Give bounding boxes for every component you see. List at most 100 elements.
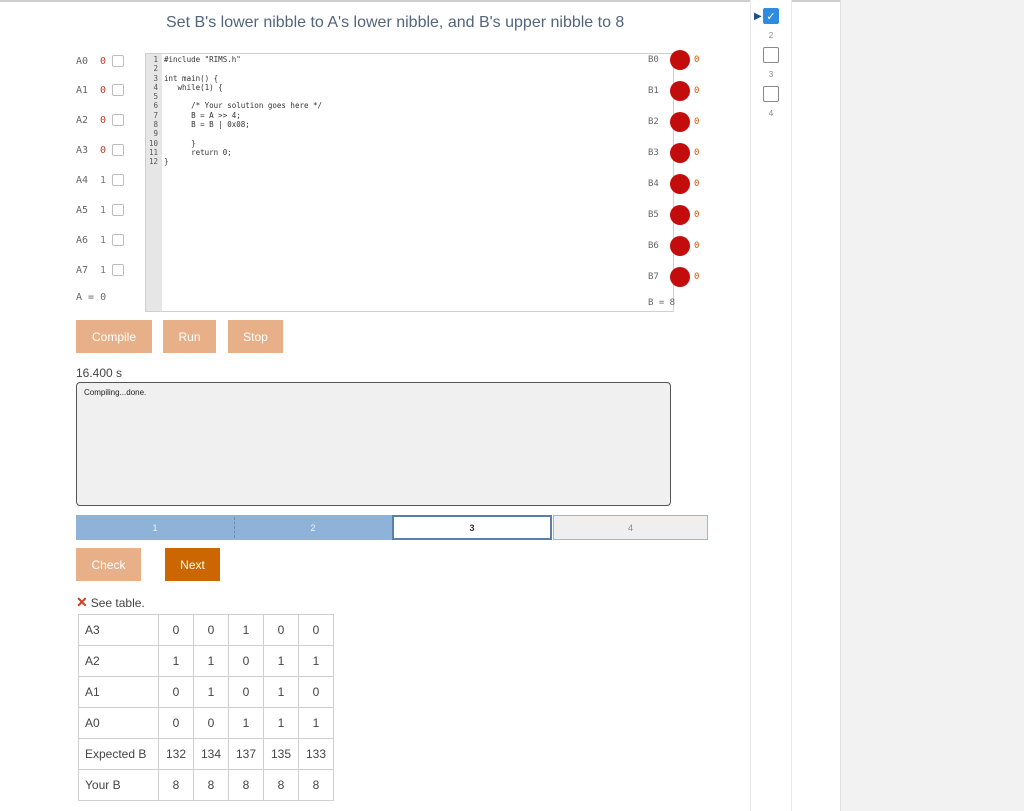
output-row-b6: B6 0 bbox=[648, 236, 699, 256]
output-value: 0 bbox=[694, 117, 700, 127]
table-cell: 1 bbox=[263, 707, 299, 739]
code-line: /* Your solution goes here */ bbox=[164, 101, 323, 111]
table-cell: 0 bbox=[298, 614, 334, 646]
input-checkbox-a0[interactable] bbox=[112, 55, 124, 67]
led-icon bbox=[670, 50, 690, 70]
output-value: 0 bbox=[694, 86, 700, 96]
input-row-a4: A4 1 bbox=[76, 173, 124, 187]
step-number: 4 bbox=[768, 109, 774, 118]
input-value: 1 bbox=[100, 234, 107, 246]
line-number: 8 bbox=[153, 120, 158, 130]
table-cell: 8 bbox=[228, 769, 264, 801]
page-title: Set B's lower nibble to A's lower nibble… bbox=[166, 14, 625, 31]
led-icon bbox=[670, 205, 690, 225]
segment-divider bbox=[234, 517, 235, 538]
input-checkbox-a2[interactable] bbox=[112, 114, 124, 126]
result-message: ✕ See table. bbox=[76, 594, 145, 611]
table-cell: 8 bbox=[158, 769, 194, 801]
line-number: 11 bbox=[148, 147, 158, 157]
results-table: A3 0 0 1 0 0 A2 1 1 0 1 1 A1 0 1 0 1 0 A… bbox=[78, 614, 334, 801]
step-checkbox-4[interactable] bbox=[763, 86, 779, 102]
console-text: Compiling...done. bbox=[84, 388, 147, 397]
input-label: A6 bbox=[76, 234, 89, 246]
input-row-a7: A7 1 bbox=[76, 263, 124, 277]
table-cell: 0 bbox=[228, 645, 264, 677]
right-panel bbox=[840, 0, 1024, 811]
step-completed-check-icon[interactable]: ✓ bbox=[763, 8, 779, 24]
row-header: Expected B bbox=[78, 738, 159, 770]
output-row-b3: B3 0 bbox=[648, 143, 699, 163]
output-label: B2 bbox=[648, 117, 659, 127]
progress-segment-4[interactable]: 4 bbox=[553, 515, 708, 540]
b-value-display: B = 8 bbox=[648, 298, 676, 308]
result-text: See table. bbox=[90, 595, 145, 610]
error-x-icon: ✕ bbox=[76, 594, 88, 610]
step-number: 3 bbox=[768, 70, 774, 79]
table-cell: 132 bbox=[158, 738, 194, 770]
input-checkbox-a6[interactable] bbox=[112, 234, 124, 246]
input-label: A0 bbox=[76, 55, 89, 67]
output-label: B7 bbox=[648, 272, 659, 282]
table-cell: 1 bbox=[158, 645, 194, 677]
table-cell: 1 bbox=[298, 645, 334, 677]
progress-segment-3[interactable]: 3 bbox=[392, 515, 552, 540]
input-value: 1 bbox=[100, 204, 107, 216]
output-value: 0 bbox=[694, 55, 700, 65]
output-value: 0 bbox=[694, 148, 700, 158]
row-header: A2 bbox=[78, 645, 159, 677]
input-value: 1 bbox=[100, 174, 107, 186]
run-timer: 16.400 s bbox=[76, 366, 123, 380]
code-line: B = B | 0x08; bbox=[164, 120, 250, 130]
code-line: #include "RIMS.h" bbox=[164, 55, 241, 64]
code-editor[interactable]: 1 #include "RIMS.h" 2 3 int main() { 4 whi… bbox=[145, 53, 674, 312]
led-icon bbox=[670, 112, 690, 132]
row-header: A1 bbox=[78, 676, 159, 708]
table-cell: 0 bbox=[158, 707, 194, 739]
run-button[interactable]: Run bbox=[163, 320, 216, 353]
table-cell: 1 bbox=[263, 645, 299, 677]
check-button[interactable]: Check bbox=[76, 548, 141, 581]
table-cell: 1 bbox=[193, 645, 229, 677]
table-cell: 8 bbox=[298, 769, 334, 801]
table-cell: 1 bbox=[228, 614, 264, 646]
table-cell: 135 bbox=[263, 738, 299, 770]
table-cell: 0 bbox=[263, 614, 299, 646]
input-checkbox-a1[interactable] bbox=[112, 84, 124, 96]
next-button[interactable]: Next bbox=[165, 548, 220, 581]
input-value: 0 bbox=[100, 114, 107, 126]
table-row: A3 0 0 1 0 0 bbox=[78, 614, 334, 646]
stop-button[interactable]: Stop bbox=[228, 320, 283, 353]
table-cell: 134 bbox=[193, 738, 229, 770]
led-icon bbox=[670, 236, 690, 256]
led-icon bbox=[670, 174, 690, 194]
table-cell: 8 bbox=[193, 769, 229, 801]
progress-segment-1[interactable]: 1 bbox=[76, 515, 234, 540]
input-checkbox-a3[interactable] bbox=[112, 144, 124, 156]
table-row: A0 0 0 1 1 1 bbox=[78, 707, 334, 739]
line-number: 10 bbox=[148, 138, 158, 148]
a-value-display: A = 0 bbox=[76, 292, 107, 303]
input-label: A3 bbox=[76, 144, 89, 156]
compile-button[interactable]: Compile bbox=[76, 320, 152, 353]
table-cell: 0 bbox=[298, 676, 334, 708]
input-checkbox-a5[interactable] bbox=[112, 204, 124, 216]
output-row-b4: B4 0 bbox=[648, 174, 699, 194]
progress-segment-2[interactable]: 2 bbox=[234, 515, 392, 540]
output-row-b2: B2 0 bbox=[648, 112, 699, 132]
output-label: B1 bbox=[648, 86, 659, 96]
line-number: 5 bbox=[153, 92, 158, 102]
table-cell: 1 bbox=[193, 676, 229, 708]
table-cell: 1 bbox=[263, 676, 299, 708]
row-header: A3 bbox=[78, 614, 159, 646]
input-checkbox-a7[interactable] bbox=[112, 264, 124, 276]
led-icon bbox=[670, 143, 690, 163]
code-line: return 0; bbox=[164, 147, 232, 157]
table-cell: 1 bbox=[298, 707, 334, 739]
table-cell: 0 bbox=[228, 676, 264, 708]
output-label: B6 bbox=[648, 241, 659, 251]
table-row: Your B 8 8 8 8 8 bbox=[78, 769, 334, 801]
table-cell: 1 bbox=[228, 707, 264, 739]
input-checkbox-a4[interactable] bbox=[112, 174, 124, 186]
step-checkbox-3[interactable] bbox=[763, 47, 779, 63]
current-step-arrow-icon: ▶ bbox=[754, 11, 762, 22]
